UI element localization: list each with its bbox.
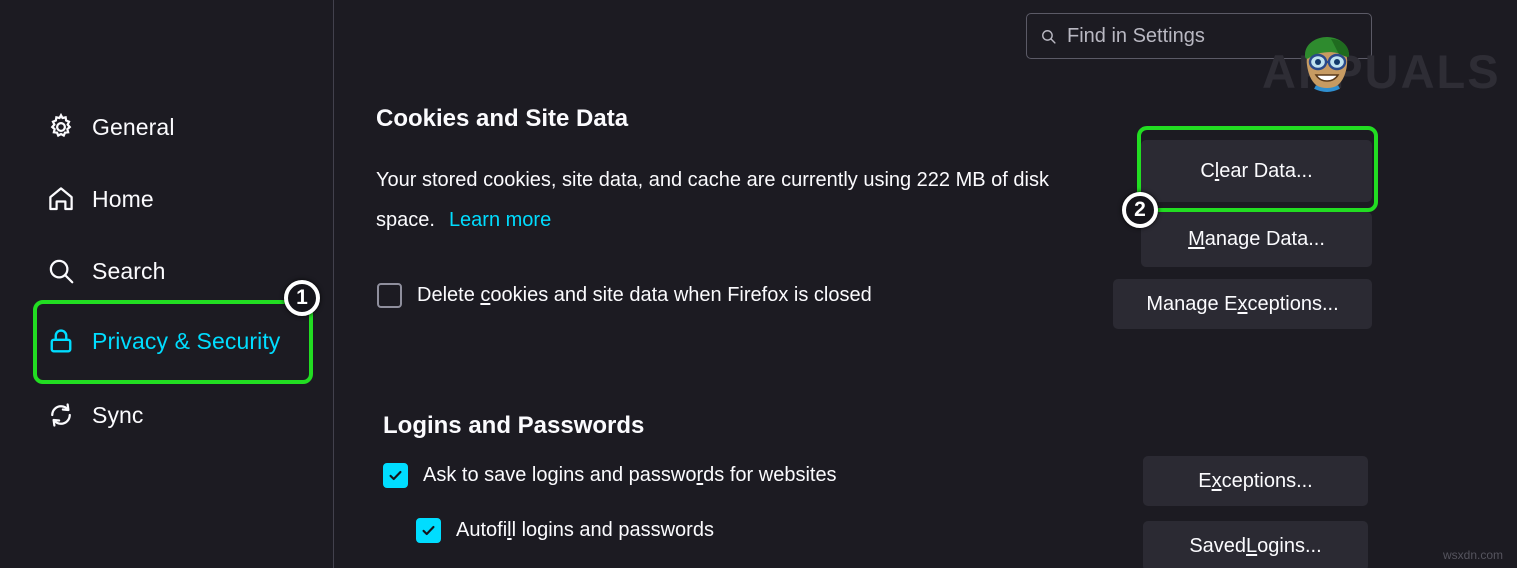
sidebar: General Home Search Privacy & Security S… (0, 0, 334, 568)
sidebar-item-general[interactable]: General (34, 100, 312, 154)
find-in-settings-box[interactable] (1026, 13, 1372, 59)
label-part-before: E (1198, 469, 1212, 492)
label-part-after: l logins and passwords (511, 519, 714, 541)
cookies-description: Your stored cookies, site data, and cach… (376, 160, 1091, 240)
accesskey-char: c (480, 284, 491, 306)
accesskey-char: x (1237, 292, 1248, 315)
exceptions-button[interactable]: Ex ceptions... (1143, 456, 1368, 506)
accesskey-char: M (1188, 228, 1205, 250)
label-part-before: Delete (417, 284, 481, 306)
accesskey-char: L (1246, 534, 1258, 557)
manage-data-button[interactable]: Manage Data... (1141, 212, 1372, 267)
sidebar-item-home[interactable]: Home (34, 172, 312, 226)
sidebar-item-search[interactable]: Search (34, 244, 312, 298)
search-input[interactable] (1067, 24, 1347, 48)
home-icon (46, 184, 76, 214)
ask-to-save-logins-label: Ask to save logins and passwords for web… (423, 464, 837, 487)
ask-to-save-logins-checkbox[interactable] (383, 463, 408, 488)
label-part-after: ear Data... (1219, 159, 1313, 182)
label-part-before: Manage E (1146, 292, 1238, 315)
sidebar-item-label: Sync (92, 401, 144, 428)
sync-icon (46, 400, 76, 430)
label-part-after: ceptions... (1221, 469, 1313, 492)
label-part-after: anage Data... (1204, 228, 1325, 250)
settings-main-panel: Cookies and Site Data Your stored cookie… (335, 0, 1517, 568)
manage-exceptions-button[interactable]: Manage Ex ceptions... (1113, 279, 1372, 329)
search-icon (1040, 28, 1057, 45)
label-part-after: ogins... (1257, 534, 1322, 557)
learn-more-link[interactable]: Learn more (449, 209, 551, 231)
delete-cookies-label: Delete cookies and site data when Firefo… (417, 284, 872, 307)
annotation-marker-2: 2 (1122, 192, 1158, 228)
cookies-section-heading: Cookies and Site Data (376, 105, 629, 132)
gear-icon (46, 112, 76, 142)
label-part-before: Autofi (456, 519, 508, 541)
delete-cookies-checkbox[interactable] (377, 283, 402, 308)
label-part-before: C (1200, 159, 1215, 182)
label-part-before: Ask to save logins and passwo (423, 464, 697, 486)
sidebar-item-label: Home (92, 185, 154, 212)
lock-icon (46, 326, 76, 356)
annotation-marker-1: 1 (284, 280, 320, 316)
sidebar-item-label: General (92, 113, 175, 140)
settings-window: General Home Search Privacy & Security S… (0, 0, 1517, 568)
label-part-after: ceptions... (1247, 292, 1339, 315)
label-part-after: ookies and site data when Firefox is clo… (490, 284, 872, 306)
delete-cookies-on-close-row[interactable]: Delete cookies and site data when Firefo… (377, 283, 872, 308)
sidebar-item-privacy[interactable]: Privacy & Security (34, 314, 312, 368)
autofill-logins-row[interactable]: Autofill logins and passwords (416, 518, 714, 543)
label-part-after: ds for websites (703, 464, 837, 486)
search-icon (46, 256, 76, 286)
sidebar-item-label: Search (92, 257, 166, 284)
label-part-before: Saved (1189, 534, 1247, 557)
sidebar-item-label: Privacy & Security (92, 327, 281, 354)
logins-section-heading: Logins and Passwords (383, 412, 645, 439)
autofill-logins-label: Autofill logins and passwords (456, 519, 714, 542)
saved-logins-button[interactable]: Saved Logins... (1143, 521, 1368, 568)
ask-to-save-logins-row[interactable]: Ask to save logins and passwords for web… (383, 463, 837, 488)
accesskey-char: x (1211, 469, 1222, 492)
clear-data-button[interactable]: Cl ear Data... (1141, 140, 1372, 202)
autofill-logins-checkbox[interactable] (416, 518, 441, 543)
sidebar-item-sync[interactable]: Sync (34, 388, 312, 442)
